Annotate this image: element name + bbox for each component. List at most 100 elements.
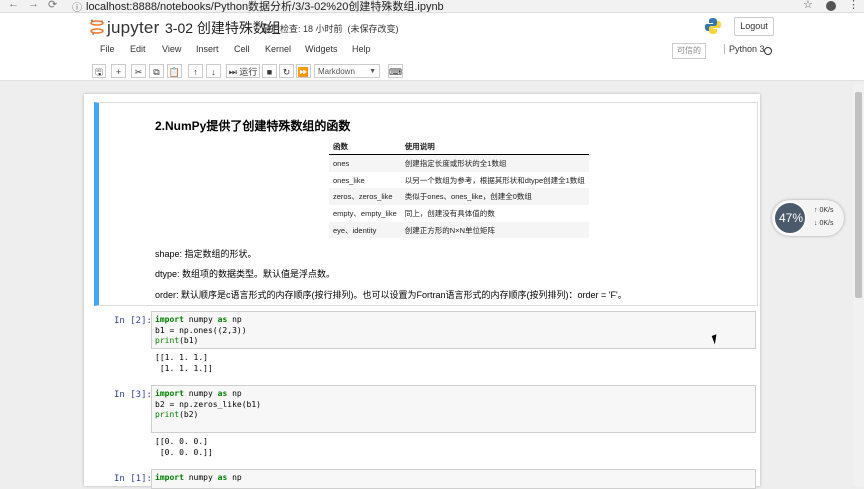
download-rate: ↓ 0K/s — [814, 220, 833, 227]
python-logo-icon — [705, 18, 721, 34]
upload-rate: ↑ 0K/s — [814, 207, 833, 214]
bookmark-star-icon[interactable]: ☆ — [803, 0, 813, 11]
code-keyword: import — [155, 473, 184, 482]
arrow-up-icon: ↑ — [814, 207, 818, 214]
menu-view[interactable]: View — [162, 44, 181, 54]
code-keyword: as — [217, 389, 228, 398]
code-token: np — [227, 389, 242, 398]
code-token: np — [227, 473, 242, 482]
copy-icon[interactable]: ⧉ — [149, 64, 164, 78]
table-cell: eye、identity — [329, 221, 401, 239]
jupyter-logo-text: jupyter — [107, 18, 160, 37]
cell-output: [[0. 0. 0.] [0. 0. 0.]] — [155, 437, 213, 457]
table-header-description: 使用说明 — [400, 139, 589, 155]
stop-icon[interactable]: ■ — [262, 64, 277, 78]
browser-menu-icon[interactable]: ⋮ — [848, 0, 859, 11]
table-header-row: 函数 使用说明 — [329, 139, 589, 155]
code-token: np — [227, 315, 242, 324]
code-builtin: print — [155, 336, 180, 345]
code-line: b2 = np.zeros_like(b1) — [155, 399, 261, 409]
table-cell: 创建指定长度或形状的全1数组 — [400, 154, 589, 172]
table-cell: ones_like — [333, 175, 365, 185]
table-row: zeros、zeros_like 类似于ones、ones_like，创建全0数… — [329, 188, 589, 206]
code-token: numpy — [183, 315, 218, 324]
shape-paragraph: shape: 指定数组的形状。 — [155, 249, 257, 259]
restart-run-all-icon[interactable]: ⏩ — [296, 64, 311, 78]
cell-prompt: In [3]: — [114, 390, 152, 400]
checkpoint-time: 最后检查: 18 小时前 — [262, 24, 343, 34]
code-keyword: as — [217, 315, 228, 324]
menu-insert[interactable]: Insert — [196, 44, 219, 54]
code-text: import numpy as np b2 = np.zeros_like(b1… — [155, 389, 261, 421]
cell-output: [[1. 1. 1.] [1. 1. 1.]] — [155, 353, 213, 373]
table-row: empty、empty_like 同上，创建没有具体值的数 — [329, 205, 589, 222]
back-icon[interactable]: ← — [8, 0, 19, 10]
restart-icon[interactable]: ↻ — [279, 64, 294, 78]
table-cell: 同上，创建没有具体值的数 — [404, 208, 495, 218]
code-token: numpy — [183, 473, 218, 482]
code-text: import numpy as np b1 = np.ones((2,3)) p… — [155, 315, 247, 347]
move-up-icon[interactable]: ↑ — [188, 64, 203, 78]
trusted-indicator[interactable]: 可信的 — [672, 43, 706, 59]
save-icon[interactable]: 🖫 — [92, 64, 106, 78]
code-token: (b1) — [179, 336, 199, 345]
code-text: import numpy as np — [155, 473, 242, 484]
upload-rate-value: 0K/s — [819, 207, 834, 214]
menu-file[interactable]: File — [100, 44, 115, 54]
table-cell: ones — [329, 154, 401, 172]
dtype-paragraph: dtype: 数组项的数据类型。默认值是浮点数。 — [155, 269, 336, 279]
cell-prompt: In [2]: — [114, 316, 152, 326]
cell-type-select[interactable]: Markdown ▼ — [314, 64, 380, 78]
code-keyword: import — [155, 315, 184, 324]
code-builtin: print — [155, 410, 180, 419]
table-row: ones_like 以另一个数组为参考，根据其形状和dtype创建全1数组 — [329, 172, 589, 189]
markdown-heading: 2.NumPy提供了创建特殊数组的函数 — [155, 119, 351, 133]
arrow-down-icon: ↓ — [814, 220, 818, 227]
cell-type-value: Markdown — [318, 67, 355, 76]
browser-address-bar: ← → ⟳ ⓘ localhost:8888/notebooks/Python数… — [0, 0, 864, 13]
move-down-icon[interactable]: ↓ — [206, 64, 221, 78]
kernel-idle-icon — [764, 47, 772, 55]
cut-icon[interactable]: ✂ — [131, 64, 146, 78]
functions-table: 函数 使用说明 ones 创建指定长度或形状的全1数组 ones_like 以另… — [329, 139, 589, 239]
code-line: b1 = np.ones((2,3)) — [155, 325, 247, 335]
reload-icon[interactable]: ⟳ — [48, 0, 57, 11]
code-keyword: import — [155, 389, 184, 398]
forward-icon[interactable]: → — [28, 0, 39, 10]
kernel-name: Python 3 — [724, 44, 765, 54]
code-token: numpy — [183, 389, 218, 398]
table-row: ones 创建指定长度或形状的全1数组 — [329, 154, 589, 172]
table-cell: 创建正方形的N×N单位矩阵 — [400, 221, 589, 239]
menu-widgets[interactable]: Widgets — [305, 44, 338, 54]
unsaved-indicator: (未保存改变) — [347, 24, 399, 34]
paste-icon[interactable]: 📋 — [167, 64, 182, 78]
table-cell: 以另一个数组为参考，根据其形状和dtype创建全1数组 — [404, 175, 585, 185]
menu-cell[interactable]: Cell — [234, 44, 250, 54]
menu-kernel[interactable]: Kernel — [265, 44, 291, 54]
run-button[interactable]: ⏭ 运行 — [226, 64, 260, 78]
cell-prompt: In [1]: — [114, 474, 152, 484]
site-info-icon[interactable]: ⓘ — [72, 0, 82, 12]
menu-help[interactable]: Help — [352, 44, 371, 54]
table-cell: zeros、zeros_like — [329, 188, 401, 206]
table-cell: empty、empty_like — [333, 208, 397, 218]
table-row: eye、identity 创建正方形的N×N单位矩阵 — [329, 221, 589, 239]
table-cell: 类似于ones、ones_like，创建全0数组 — [400, 188, 589, 206]
menu-edit[interactable]: Edit — [130, 44, 146, 54]
usage-percent: 47% — [779, 211, 804, 225]
download-rate-value: 0K/s — [819, 220, 834, 227]
chevron-down-icon: ▼ — [369, 68, 376, 75]
code-keyword: as — [217, 473, 228, 482]
checkpoint-status: 最后检查: 18 小时前 (未保存改变) — [262, 22, 399, 35]
logout-button[interactable]: Logout — [734, 17, 774, 36]
jupyter-header: jupyter 3-02 创建特殊数组 最后检查: 18 小时前 (未保存改变)… — [0, 13, 864, 81]
insert-cell-button[interactable]: + — [111, 64, 126, 78]
url-field[interactable]: localhost:8888/notebooks/Python数据分析/3/3-… — [86, 0, 444, 12]
keyboard-icon[interactable]: ⌨ — [388, 64, 403, 78]
table-header-function: 函数 — [329, 139, 401, 155]
scrollbar-thumb[interactable] — [855, 92, 862, 298]
order-paragraph: order: 默认顺序是c语言形式的内存顺序(按行排列)。也可以设置为Fortr… — [155, 290, 627, 300]
code-token: (b2) — [179, 410, 199, 419]
jupyter-logo-icon — [90, 19, 104, 35]
account-avatar-icon[interactable] — [826, 1, 836, 11]
